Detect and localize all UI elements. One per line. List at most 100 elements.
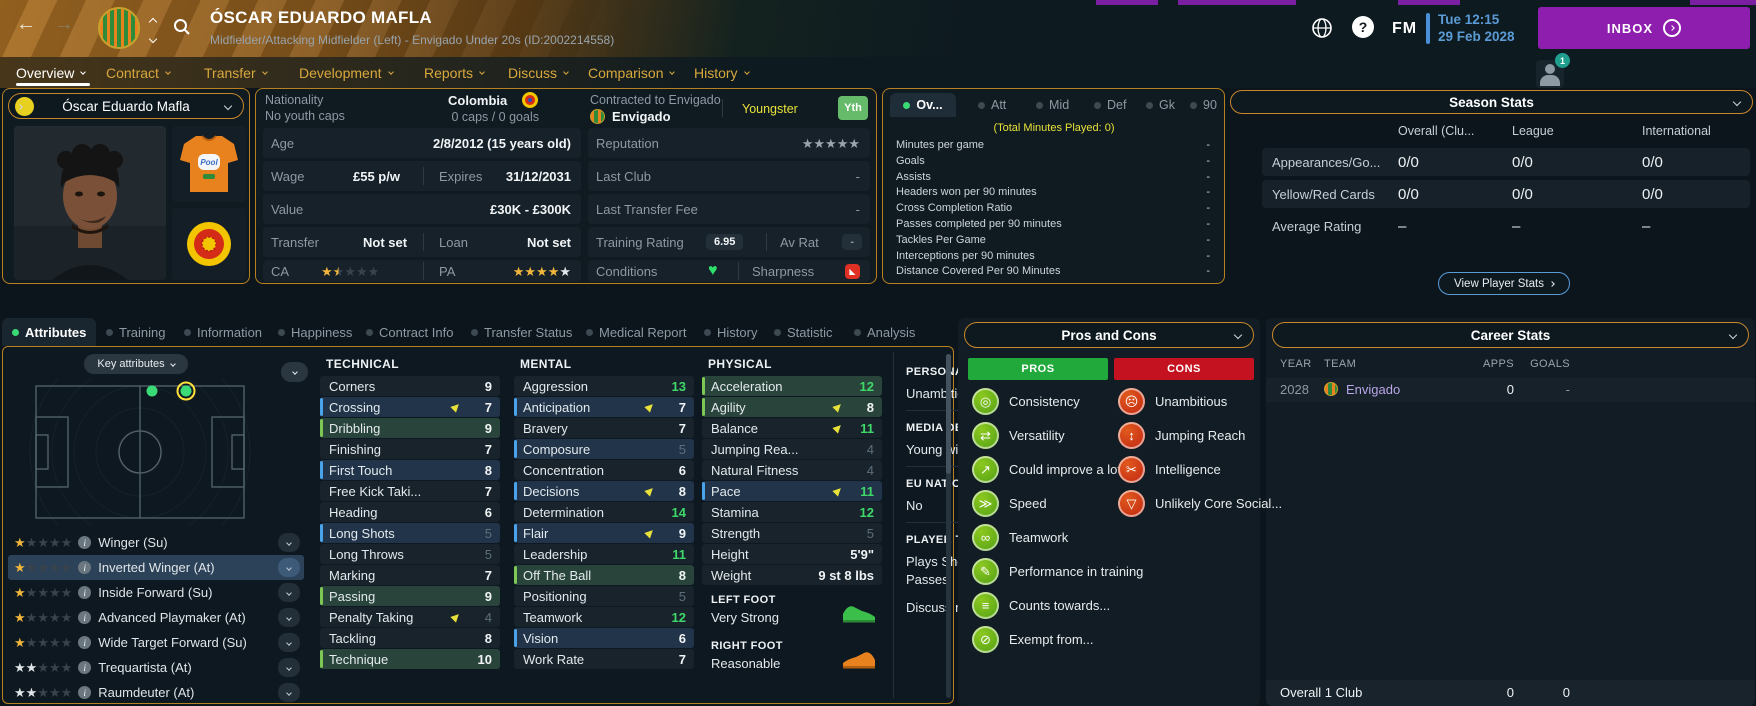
star-icon: ★ — [37, 660, 49, 675]
position-row-inside-forward-su-[interactable]: ★★★★★ i Inside Forward (Su) — [8, 580, 304, 605]
club-switch-down-icon[interactable] — [150, 30, 156, 48]
speed-icon: ≫ — [972, 490, 999, 517]
career-stats-header[interactable]: Career Stats — [1272, 322, 1749, 348]
stats-tab-att[interactable]: Att — [974, 93, 1010, 117]
position-row-winger-su-[interactable]: ★★★★★ i Winger (Su) — [8, 530, 304, 555]
info-icon[interactable]: i — [78, 561, 91, 574]
nav-tab-contract[interactable]: Contract — [106, 62, 170, 84]
position-expand-icon[interactable] — [278, 533, 300, 552]
player-selector-dropdown[interactable]: Óscar Eduardo Mafla — [8, 93, 244, 119]
view-player-stats-button[interactable]: View Player Stats — [1438, 272, 1570, 295]
nationality-value[interactable]: Colombia — [448, 93, 507, 108]
pros-header-button[interactable]: PROS — [968, 358, 1108, 380]
tab-history[interactable]: History — [694, 318, 767, 346]
stats-tab-gk[interactable]: Gk — [1142, 93, 1179, 117]
attribute-value: 9 st 8 lbs — [818, 568, 874, 583]
star-icon: ★ — [825, 136, 837, 151]
help-icon[interactable]: ? — [1352, 16, 1374, 38]
attribute-row-corners: Corners9 — [320, 376, 500, 396]
star-icon: ★ — [61, 635, 73, 650]
attribute-value: 8 — [485, 631, 492, 646]
season-stats-header[interactable]: Season Stats — [1230, 90, 1753, 114]
tab-happiness[interactable]: Happiness — [268, 318, 362, 346]
forward-arrow-button[interactable]: → — [54, 14, 74, 34]
nav-tab-transfer[interactable]: Transfer — [204, 62, 267, 84]
position-expand-icon[interactable] — [278, 658, 300, 677]
tab-attributes[interactable]: Attributes — [2, 318, 96, 346]
stats-tab-ov[interactable]: Ov... — [890, 93, 956, 117]
star-icon: ★ — [321, 264, 333, 279]
nav-tab-reports[interactable]: Reports — [424, 62, 484, 84]
position-row-advanced-playmaker-at-[interactable]: ★★★★★ i Advanced Playmaker (At) — [8, 605, 304, 630]
info-icon[interactable]: i — [78, 661, 91, 674]
info-icon[interactable]: i — [78, 611, 91, 624]
tab-analysis[interactable]: Analysis — [844, 318, 925, 346]
globe-icon[interactable] — [1310, 16, 1334, 40]
nav-tab-comparison[interactable]: Comparison — [588, 62, 674, 84]
position-expand-icon[interactable] — [278, 633, 300, 652]
stats-tab-90[interactable]: 90 — [1186, 93, 1221, 117]
pros-cons-header[interactable]: Pros and Cons — [964, 322, 1254, 348]
position-row-wide-target-forward-su-[interactable]: ★★★★★ i Wide Target Forward (Su) — [8, 630, 304, 655]
info-icon[interactable]: i — [78, 586, 91, 599]
position-expand-icon[interactable] — [278, 558, 300, 577]
club-name[interactable]: Envigado — [612, 109, 671, 124]
tab-training[interactable]: Training — [96, 318, 175, 346]
position-expand-icon[interactable] — [278, 608, 300, 627]
tab-statistic[interactable]: Statistic — [764, 318, 843, 346]
nav-tab-history[interactable]: History — [694, 62, 749, 84]
manager-avatar[interactable]: 1 — [1536, 60, 1564, 88]
training-rating-value: 6.95 — [706, 234, 743, 250]
tab-information[interactable]: Information — [174, 318, 272, 346]
info-icon[interactable]: i — [78, 686, 91, 699]
club-logo[interactable] — [98, 7, 140, 49]
career-row[interactable]: 2028 Envigado 0 - — [1266, 378, 1755, 402]
key-attributes-dropdown[interactable]: Key attributes — [84, 354, 188, 374]
cons-header-button[interactable]: CONS — [1114, 358, 1254, 380]
info-icon[interactable]: i — [78, 636, 91, 649]
player-status-icon — [15, 97, 34, 116]
position-pitch-map[interactable] — [26, 378, 254, 526]
attributes-scrollbar[interactable] — [946, 354, 951, 698]
position-expand-icon[interactable] — [278, 583, 300, 602]
stat-row: Cross Completion Ratio- — [896, 202, 1210, 214]
collapse-positions-button[interactable] — [281, 362, 308, 382]
notification-badge: 1 — [1555, 53, 1570, 68]
nav-tab-discuss[interactable]: Discuss — [508, 62, 568, 84]
stats-tab-def[interactable]: Def — [1090, 93, 1130, 117]
tab-transfer-status[interactable]: Transfer Status — [461, 318, 582, 346]
attribute-value: 5 — [867, 526, 874, 541]
position-row-raumdeuter-at-[interactable]: ★★★★★ i Raumdeuter (At) — [8, 680, 304, 705]
position-row-inverted-winger-at-[interactable]: ★★★★★ i Inverted Winger (At) — [8, 555, 304, 580]
nav-tab-overview[interactable]: Overview — [16, 62, 85, 84]
career-team[interactable]: Envigado — [1346, 382, 1400, 397]
attribute-label: Aggression — [523, 379, 588, 394]
info-icon[interactable]: i — [78, 536, 91, 549]
attribute-value: 6 — [485, 505, 492, 520]
career-goals: - — [1524, 382, 1570, 397]
position-name: Raumdeuter (At) — [98, 685, 194, 700]
divider — [893, 352, 894, 698]
attribute-value: 13 — [672, 379, 686, 394]
back-arrow-button[interactable]: ← — [16, 14, 36, 34]
envigado-logo-icon — [1324, 382, 1338, 396]
attribute-row-long-shots: Long Shots5 — [320, 523, 500, 543]
star-icon: ★ — [49, 585, 61, 600]
inbox-button[interactable]: INBOX — [1538, 7, 1750, 49]
ca-label: CA — [271, 264, 289, 279]
tab-contract-info[interactable]: Contract Info — [356, 318, 463, 346]
nav-tab-development[interactable]: Development — [299, 62, 393, 84]
search-icon[interactable] — [172, 17, 192, 37]
star-icon: ★ — [49, 660, 61, 675]
star-icon: ★ — [37, 585, 49, 600]
con-label: Intelligence — [1155, 462, 1221, 477]
stats-tab-mid[interactable]: Mid — [1032, 93, 1073, 117]
tab-medical-report[interactable]: Medical Report — [576, 318, 696, 346]
club-switch-up-icon[interactable] — [150, 13, 156, 31]
season-row-value: 0/0 — [1512, 186, 1533, 203]
attribute-row-first-touch: First Touch8 — [320, 460, 500, 480]
position-expand-icon[interactable] — [278, 683, 300, 702]
stat-label: Assists — [896, 171, 931, 183]
attribute-value: 6 — [679, 463, 686, 478]
position-row-trequartista-at-[interactable]: ★★★★★ i Trequartista (At) — [8, 655, 304, 680]
